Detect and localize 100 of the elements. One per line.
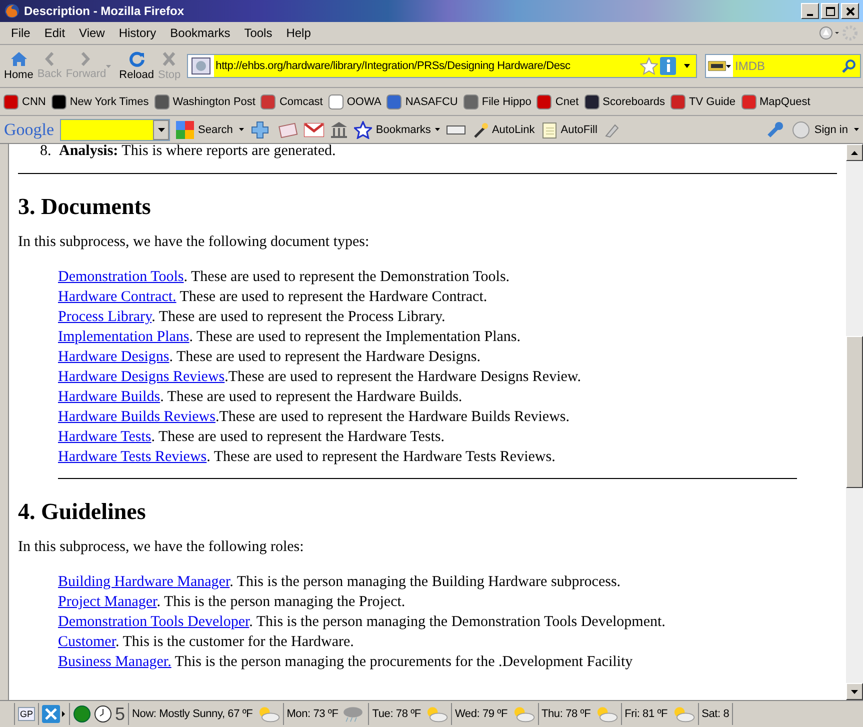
weather-panel[interactable]: Wed: 79 ºF (452, 703, 538, 725)
bookmark-favicon-icon (154, 94, 170, 110)
list-entry: Building Hardware Manager. This is the person managing the Building Hardware subprocess. (58, 573, 622, 592)
document-link[interactable]: Hardware Designs Reviews (58, 369, 225, 385)
document-link[interactable]: Process Library (58, 309, 152, 325)
menu-item[interactable]: Bookmarks (163, 26, 238, 40)
down-arrow-icon[interactable] (851, 690, 858, 694)
building-icon[interactable] (330, 120, 348, 138)
menu-item[interactable]: File (4, 26, 38, 40)
bookmark-item[interactable]: New York Times (50, 94, 149, 110)
maximize-button[interactable] (821, 3, 839, 19)
bookmark-item[interactable]: OOWA (328, 94, 382, 110)
bookmark-favicon-icon (260, 94, 276, 110)
minimize-button[interactable] (801, 3, 819, 19)
bookmark-favicon-icon (3, 94, 19, 110)
scroll-thumb[interactable] (846, 336, 863, 488)
reload-button[interactable]: Reload (117, 51, 156, 81)
menu-item[interactable]: Tools (237, 26, 280, 40)
star-icon[interactable] (640, 57, 658, 75)
url-text: http://ehbs.org/hardware/library/Integration/PRSs/Designing Hardware/Desc (216, 60, 572, 72)
menu-item[interactable]: View (72, 26, 112, 40)
home-button[interactable]: Home (2, 51, 36, 81)
google-search-field[interactable] (60, 118, 170, 140)
minimize-icon (807, 14, 813, 16)
list-entry: Hardware Designs Reviews.These are used to represent the Hardware Designs Review. (58, 368, 582, 387)
document-link[interactable]: Hardware Builds Reviews (58, 409, 216, 425)
document-link[interactable]: Project Manager (58, 594, 157, 610)
dropdown-caret-icon[interactable] (238, 128, 244, 131)
bookmark-favicon-icon (740, 94, 756, 110)
bookmark-item[interactable]: Comcast (260, 94, 323, 110)
weather-panel[interactable]: Fri: 81 ºF (622, 703, 699, 725)
bookmark-item[interactable]: NASAFCU (386, 94, 458, 110)
up-arrow-icon[interactable] (851, 150, 858, 154)
google-logo: Google (4, 120, 54, 140)
bookmark-item[interactable]: File Hippo (462, 94, 532, 110)
bookmark-favicon-icon (584, 94, 600, 110)
weather-panel[interactable]: Tue: 78 ºF (369, 703, 452, 725)
weather-panel[interactable]: Now: Mostly Sunny, 67 ºF (129, 703, 284, 725)
document-link[interactable]: Building Hardware Manager (58, 574, 230, 590)
dropdown-caret-icon (158, 128, 165, 132)
search-input[interactable]: IMDB (733, 58, 842, 74)
document-link[interactable]: Business Manager. (58, 654, 172, 670)
vertical-scrollbar[interactable] (846, 144, 863, 700)
site-icon (188, 55, 214, 77)
search-icon[interactable] (842, 59, 856, 73)
weather-panel[interactable]: Sat: 8 (698, 703, 734, 725)
autofill-button[interactable]: AutoFill (540, 120, 598, 138)
document-link[interactable]: Hardware Tests Reviews (58, 449, 207, 465)
x-arrow-icon[interactable] (42, 705, 66, 723)
gp-badge[interactable]: GP (18, 707, 36, 721)
menu-item[interactable]: Help (279, 26, 318, 40)
menu-item[interactable]: Edit (37, 26, 72, 40)
dropdown-caret-icon (434, 128, 440, 131)
rain-cloud-icon (341, 704, 366, 724)
bookmark-item[interactable]: TV Guide (670, 94, 736, 110)
list-entry: Project Manager. This is the person managing the Project. (58, 593, 406, 612)
dropdown-caret-icon[interactable] (854, 128, 859, 131)
search-button[interactable]: Search (176, 120, 233, 138)
mail-icon[interactable] (304, 122, 324, 136)
list-item: 8. Analysis: This is where reports are generated. (40, 144, 337, 159)
clock-icon[interactable] (94, 705, 112, 723)
list-entry: Customer. This is the customer for the Hardware. (58, 633, 355, 652)
engine-selector[interactable] (706, 55, 733, 77)
bookmarks-button[interactable]: Bookmarks (354, 120, 440, 138)
bookmark-favicon-icon (462, 94, 479, 110)
ticket-icon (708, 61, 726, 71)
dropdown-button[interactable] (153, 120, 170, 140)
bookmark-item[interactable]: Cnet (536, 94, 579, 110)
document-link[interactable]: Hardware Builds (58, 389, 160, 405)
weather-panel[interactable]: Mon: 73 ºF (284, 703, 370, 725)
user-circle-icon (792, 120, 810, 138)
status-circle-icon[interactable] (819, 25, 841, 41)
document-link[interactable]: Customer (58, 634, 116, 650)
close-button[interactable] (841, 3, 859, 19)
list-entry: Hardware Contract. These are used to represent the Hardware Contract. (58, 288, 488, 307)
document-link[interactable]: Demonstration Tools Developer (58, 614, 250, 630)
throbber-icon (841, 24, 859, 42)
star-icon (354, 120, 372, 138)
autolink-button[interactable]: AutoLink (472, 122, 535, 138)
form-icon (540, 120, 557, 138)
section-heading: 3. Documents (18, 194, 152, 220)
bookmark-item[interactable]: Washington Post (154, 94, 256, 110)
sign-in-button[interactable]: Sign in (792, 120, 848, 138)
round-indicator-icon[interactable] (73, 705, 92, 723)
document-link[interactable]: Demonstration Tools (58, 269, 184, 285)
bookmark-item[interactable]: CNN (3, 94, 46, 110)
address-bar[interactable]: http://ehbs.org/hardware/library/Integration/PRSs/Designing Hardware/Desc (186, 54, 697, 78)
document-link[interactable]: Implementation Plans (58, 329, 190, 345)
weather-panel[interactable]: Thu: 78 ºF (538, 703, 622, 725)
bookmark-item[interactable]: MapQuest (740, 94, 810, 110)
document-link[interactable]: Hardware Designs (58, 349, 170, 365)
list-entry: Business Manager. This is the person managing the procurements for the .Development Facility (58, 653, 634, 672)
search-field[interactable]: IMDB (705, 54, 861, 78)
rectangle-icon[interactable] (446, 124, 466, 134)
document-link[interactable]: Hardware Tests (58, 429, 152, 445)
document-link[interactable]: Hardware Contract. (58, 289, 176, 305)
bookmark-item[interactable]: Scoreboards (584, 94, 666, 110)
list-entry: Hardware Builds. These are used to represent the Hardware Builds. (58, 388, 464, 407)
close-icon (846, 6, 854, 16)
menu-item[interactable]: History (112, 26, 164, 40)
